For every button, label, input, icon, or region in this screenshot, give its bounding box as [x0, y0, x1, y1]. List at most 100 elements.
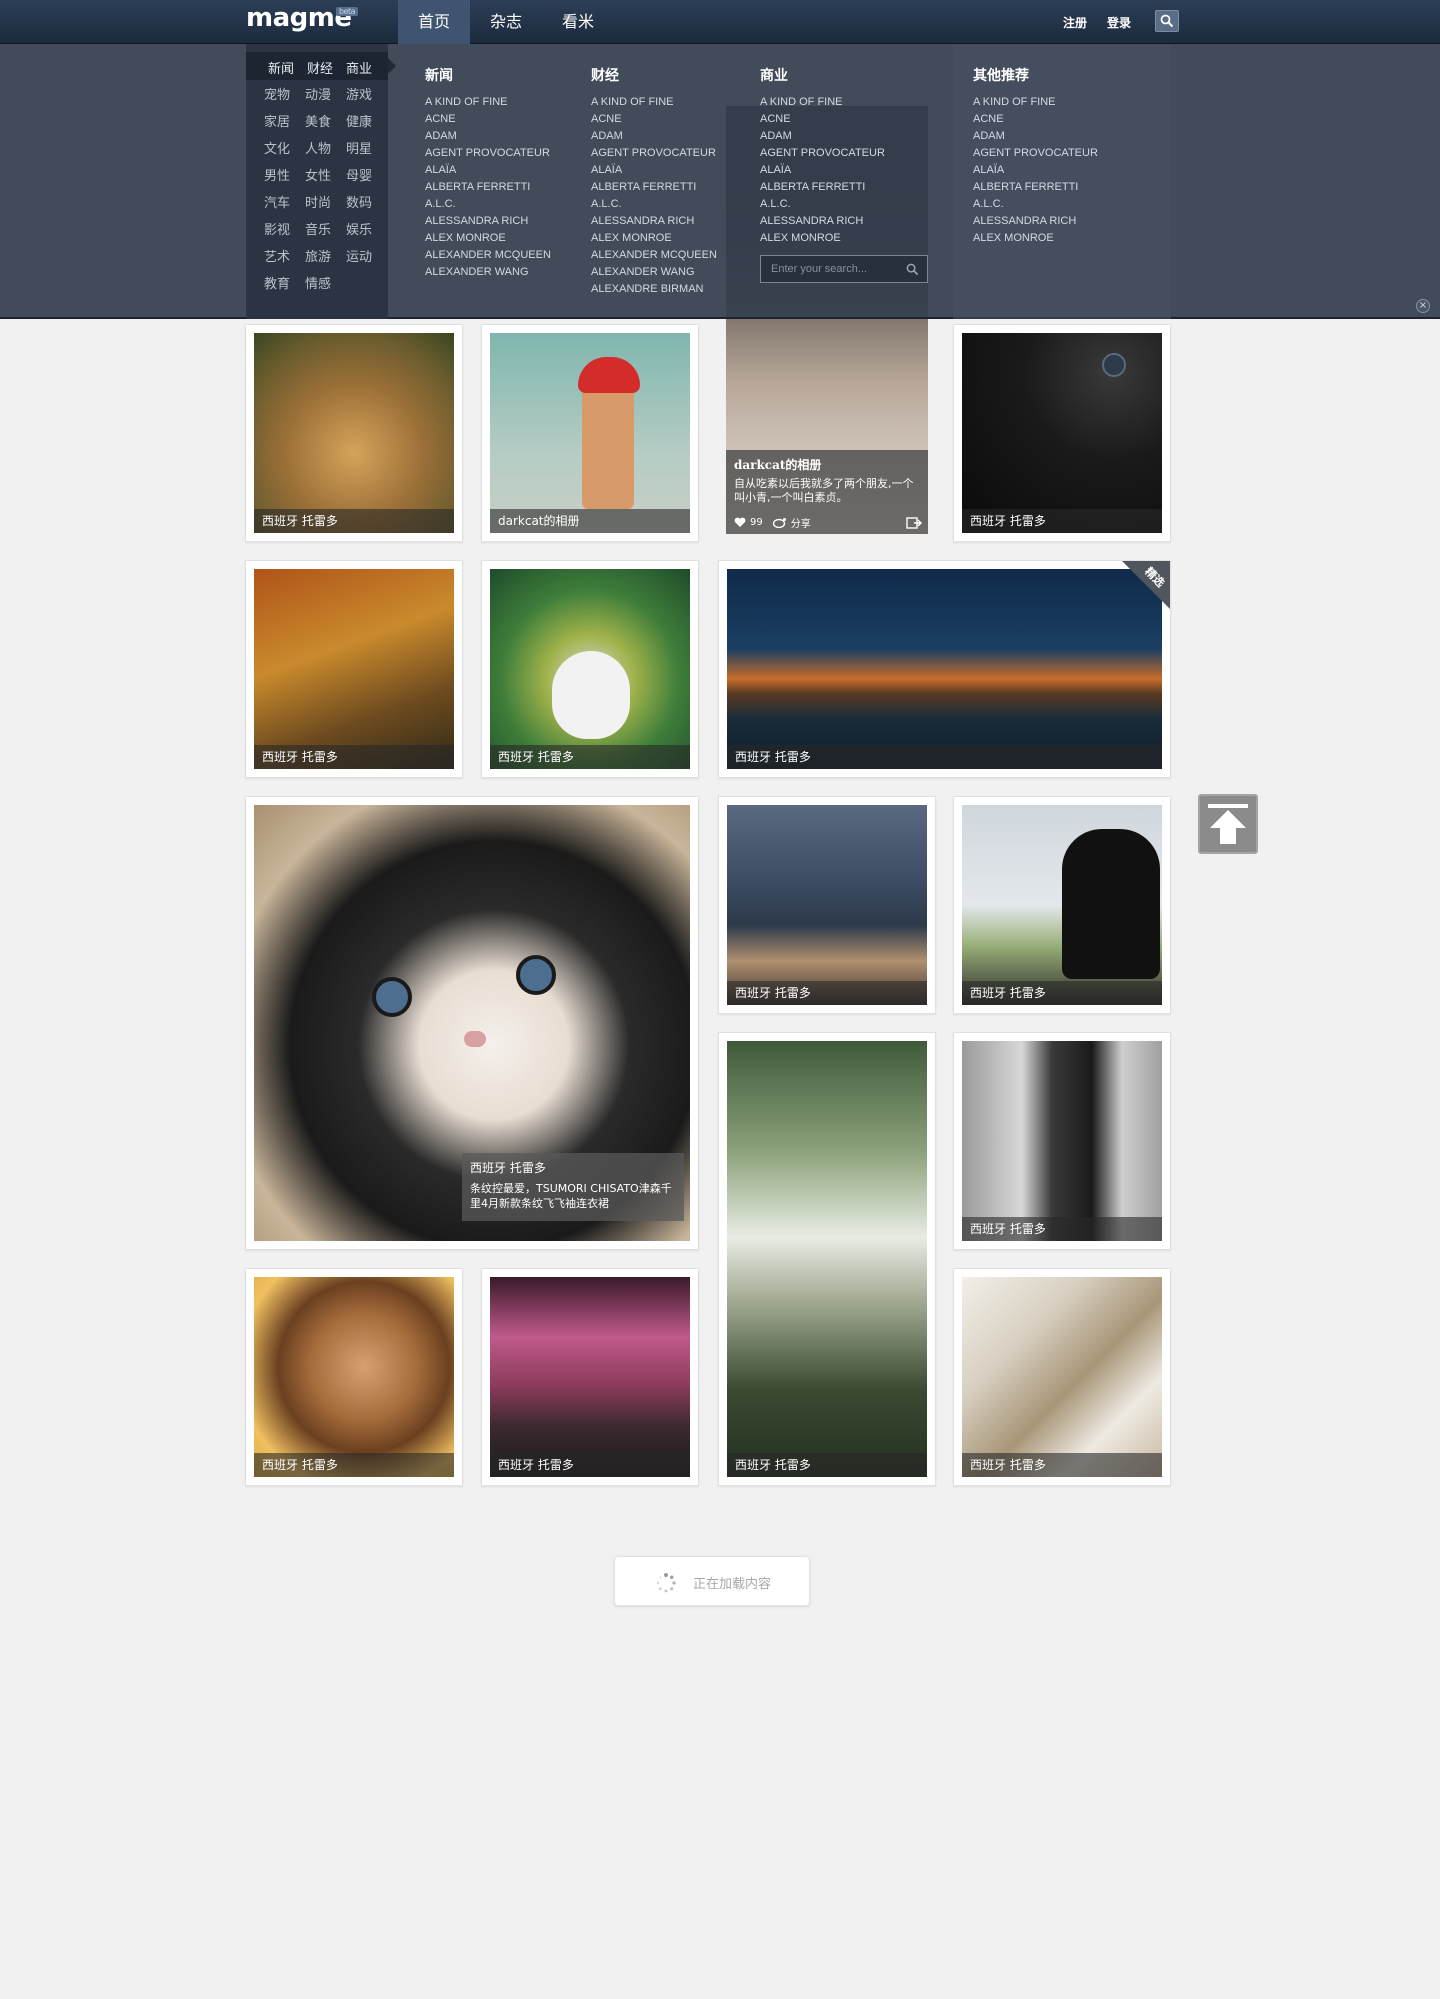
- category-link[interactable]: 明星: [346, 140, 387, 159]
- close-icon[interactable]: ×: [1416, 299, 1430, 313]
- brand-link[interactable]: ALEX MONROE: [973, 230, 1151, 247]
- brand-link[interactable]: ALEXANDER WANG: [591, 264, 741, 281]
- category-link[interactable]: 汽车: [264, 194, 305, 213]
- category-link[interactable]: 文化: [264, 140, 305, 159]
- brand-link[interactable]: ALESSANDRA RICH: [760, 213, 910, 230]
- featured-title: darkcat的相册: [734, 458, 822, 472]
- category-link[interactable]: 运动: [346, 248, 387, 267]
- brand-link[interactable]: ALBERTA FERRETTI: [425, 179, 575, 196]
- photo-card[interactable]: 西班牙 托雷多: [953, 1032, 1171, 1250]
- brand-link[interactable]: A KIND OF FINE: [760, 94, 910, 111]
- brand-link[interactable]: A KIND OF FINE: [591, 94, 741, 111]
- brand-link[interactable]: ALESSANDRA RICH: [591, 213, 741, 230]
- brand-link[interactable]: ADAM: [425, 128, 575, 145]
- photo-card-wide[interactable]: 西班牙 托雷多 精选: [718, 560, 1171, 778]
- brand-link[interactable]: AGENT PROVOCATEUR: [760, 145, 910, 162]
- category-link[interactable]: 宠物: [264, 86, 305, 105]
- category-link[interactable]: 数码: [346, 194, 387, 213]
- category-link[interactable]: 游戏: [346, 86, 387, 105]
- photo-card[interactable]: 西班牙 托雷多: [245, 1268, 463, 1486]
- photo-card[interactable]: 西班牙 托雷多: [953, 324, 1171, 542]
- brand-link[interactable]: ADAM: [591, 128, 741, 145]
- category-link[interactable]: 时尚: [305, 194, 346, 213]
- category-link[interactable]: 音乐: [305, 221, 346, 240]
- photo-card[interactable]: 西班牙 托雷多: [245, 324, 463, 542]
- login-link[interactable]: 登录: [1107, 14, 1131, 31]
- category-link[interactable]: 教育: [264, 275, 305, 294]
- nav-home[interactable]: 首页: [398, 0, 471, 44]
- logo[interactable]: magme beta: [246, 3, 359, 33]
- brand-link[interactable]: AGENT PROVOCATEUR: [973, 145, 1151, 162]
- photo-card[interactable]: 西班牙 托雷多: [481, 1268, 699, 1486]
- category-link[interactable]: 艺术: [264, 248, 305, 267]
- category-link[interactable]: 男性: [264, 167, 305, 186]
- tab-finance[interactable]: 财经: [307, 58, 333, 77]
- nav-kanmi[interactable]: 看米: [542, 0, 614, 44]
- brand-link[interactable]: ALEXANDER MCQUEEN: [591, 247, 741, 264]
- photo-card-tall[interactable]: 西班牙 托雷多: [718, 1032, 936, 1486]
- brand-link[interactable]: ACNE: [425, 111, 575, 128]
- share-button[interactable]: 分享: [772, 515, 811, 530]
- brand-link[interactable]: A KIND OF FINE: [425, 94, 575, 111]
- brand-link[interactable]: A.L.C.: [591, 196, 741, 213]
- brand-link[interactable]: ALESSANDRA RICH: [425, 213, 575, 230]
- brand-link[interactable]: ALAÏA: [973, 162, 1151, 179]
- photo-card[interactable]: 西班牙 托雷多: [953, 796, 1171, 1014]
- register-link[interactable]: 注册: [1063, 14, 1087, 31]
- photo-card[interactable]: 西班牙 托雷多: [245, 560, 463, 778]
- photo-card[interactable]: darkcat的相册: [481, 324, 699, 542]
- brand-link[interactable]: AGENT PROVOCATEUR: [591, 145, 741, 162]
- brand-link[interactable]: ALAÏA: [591, 162, 741, 179]
- brand-link[interactable]: ACNE: [760, 111, 910, 128]
- category-link[interactable]: 旅游: [305, 248, 346, 267]
- brand-link[interactable]: ALESSANDRA RICH: [973, 213, 1151, 230]
- brand-link[interactable]: A KIND OF FINE: [973, 94, 1151, 111]
- brand-link[interactable]: ACNE: [591, 111, 741, 128]
- brand-link[interactable]: ALBERTA FERRETTI: [591, 179, 741, 196]
- photo-card[interactable]: 西班牙 托雷多: [481, 560, 699, 778]
- brand-link[interactable]: ALAÏA: [760, 162, 910, 179]
- brand-link[interactable]: ALEXANDRE BIRMAN: [591, 281, 741, 298]
- brand-link[interactable]: ALEXANDER MCQUEEN: [425, 247, 575, 264]
- category-link[interactable]: 动漫: [305, 86, 346, 105]
- photo-card[interactable]: 西班牙 托雷多: [718, 796, 936, 1014]
- tab-business[interactable]: 商业: [346, 58, 372, 77]
- photo: 西班牙 托雷多: [727, 569, 1162, 769]
- tab-news[interactable]: 新闻: [268, 58, 294, 77]
- brand-link[interactable]: ALEX MONROE: [760, 230, 910, 247]
- brand-link[interactable]: ALBERTA FERRETTI: [973, 179, 1151, 196]
- brand-link[interactable]: ALEX MONROE: [425, 230, 575, 247]
- featured-overlay: darkcat的相册 自从吃素以后我就多了两个朋友,一个叫小青,一个叫白素贞。 …: [726, 450, 928, 534]
- photo-card-large[interactable]: 西班牙 托雷多 条纹控最爱，TSUMORI CHISATO津森千里4月新款条纹飞…: [245, 796, 699, 1250]
- back-to-top-button[interactable]: [1198, 794, 1258, 854]
- brand-link[interactable]: AGENT PROVOCATEUR: [425, 145, 575, 162]
- search-button[interactable]: [1155, 10, 1179, 32]
- category-link[interactable]: 美食: [305, 113, 346, 132]
- search-icon[interactable]: [906, 263, 919, 276]
- brand-link[interactable]: ALBERTA FERRETTI: [760, 179, 910, 196]
- category-link[interactable]: 健康: [346, 113, 387, 132]
- category-link[interactable]: 母婴: [346, 167, 387, 186]
- dropdown-search-input[interactable]: [761, 256, 901, 282]
- category-link[interactable]: 情感: [305, 275, 346, 294]
- category-link[interactable]: 女性: [305, 167, 346, 186]
- open-icon[interactable]: [906, 517, 922, 529]
- brand-link[interactable]: A.L.C.: [760, 196, 910, 213]
- photo-card[interactable]: 西班牙 托雷多: [953, 1268, 1171, 1486]
- column-title: 新闻: [425, 68, 453, 84]
- brand-link[interactable]: ADAM: [973, 128, 1151, 145]
- category-link[interactable]: 家居: [264, 113, 305, 132]
- brand-link[interactable]: ALEX MONROE: [591, 230, 741, 247]
- category-link[interactable]: 人物: [305, 140, 346, 159]
- category-link[interactable]: 影视: [264, 221, 305, 240]
- category-link[interactable]: 娱乐: [346, 221, 387, 240]
- brand-link[interactable]: ALAÏA: [425, 162, 575, 179]
- brand-link[interactable]: A.L.C.: [973, 196, 1151, 213]
- brand-link[interactable]: ACNE: [973, 111, 1151, 128]
- nav-magazine[interactable]: 杂志: [470, 0, 542, 44]
- column-news: 新闻 A KIND OF FINE ACNE ADAM AGENT PROVOCATE…: [425, 65, 575, 281]
- brand-link[interactable]: ALEXANDER WANG: [425, 264, 575, 281]
- brand-link[interactable]: ADAM: [760, 128, 910, 145]
- brand-link[interactable]: A.L.C.: [425, 196, 575, 213]
- like-button[interactable]: 99: [734, 517, 763, 528]
